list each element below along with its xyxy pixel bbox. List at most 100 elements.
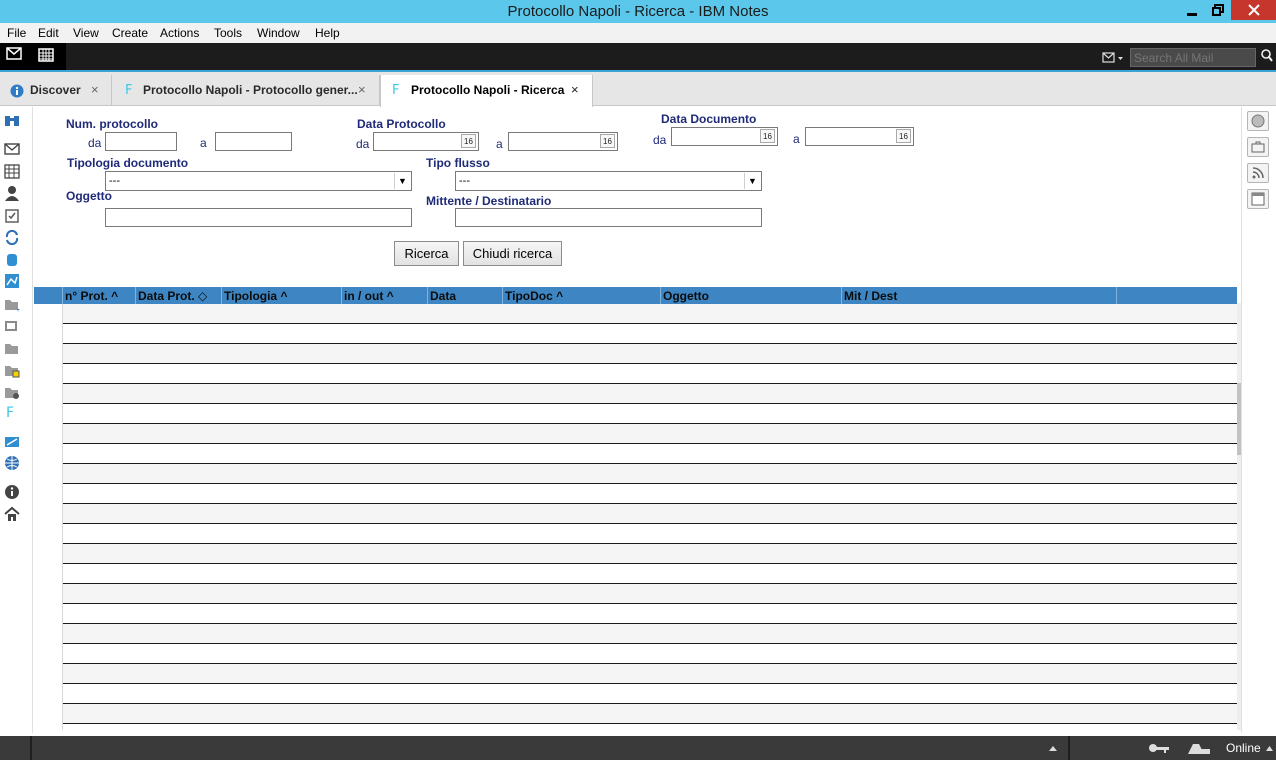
num-protocollo-from-input[interactable] bbox=[105, 132, 177, 151]
menu-file[interactable]: File bbox=[7, 26, 26, 40]
calendar-icon[interactable] bbox=[38, 47, 54, 62]
sametime-icon[interactable] bbox=[4, 251, 20, 267]
table-row[interactable] bbox=[63, 664, 1237, 684]
vertical-scrollbar[interactable] bbox=[1237, 303, 1241, 730]
globe-icon[interactable] bbox=[4, 455, 20, 471]
table-row[interactable] bbox=[63, 344, 1237, 364]
chevron-up-icon[interactable] bbox=[1049, 745, 1057, 751]
table-row[interactable] bbox=[63, 424, 1237, 444]
feeds-button[interactable] bbox=[1247, 163, 1269, 183]
todo-icon[interactable] bbox=[4, 207, 20, 223]
calendar-picker-icon[interactable]: 16 bbox=[600, 134, 615, 148]
data-protocollo-to-input[interactable]: 16 bbox=[508, 132, 618, 151]
table-row[interactable] bbox=[63, 364, 1237, 384]
select-value: --- bbox=[459, 175, 470, 187]
data-documento-from-input[interactable]: 16 bbox=[671, 127, 778, 146]
search-input[interactable] bbox=[1130, 48, 1256, 67]
table-row[interactable] bbox=[63, 504, 1237, 524]
search-icon[interactable] bbox=[1261, 49, 1273, 63]
table-row[interactable] bbox=[63, 604, 1237, 624]
replication-icon[interactable] bbox=[4, 229, 20, 245]
table-row[interactable] bbox=[63, 624, 1237, 644]
maximize-button[interactable] bbox=[1205, 0, 1231, 20]
database-f-icon: F bbox=[125, 83, 133, 98]
ricerca-button[interactable]: Ricerca bbox=[394, 241, 459, 266]
table-row[interactable] bbox=[63, 404, 1237, 424]
table-row[interactable] bbox=[63, 304, 1237, 324]
close-window-button[interactable] bbox=[1231, 0, 1276, 20]
menu-create[interactable]: Create bbox=[112, 26, 148, 40]
online-status[interactable]: Online bbox=[1226, 741, 1261, 755]
minimize-button[interactable] bbox=[1178, 0, 1205, 20]
mail-icon[interactable] bbox=[4, 141, 20, 157]
column-header-data[interactable]: Data bbox=[428, 287, 503, 304]
table-row[interactable] bbox=[63, 444, 1237, 464]
contacts-icon[interactable] bbox=[4, 185, 20, 201]
mail-icon[interactable] bbox=[6, 47, 22, 61]
scrollbar-thumb[interactable] bbox=[1237, 383, 1241, 455]
column-header-n-prot[interactable]: n° Prot. ^ bbox=[63, 287, 136, 304]
menu-actions[interactable]: Actions bbox=[160, 26, 199, 40]
table-row[interactable] bbox=[63, 704, 1237, 724]
data-protocollo-from-input[interactable]: 16 bbox=[373, 132, 479, 151]
folder-settings-icon[interactable] bbox=[4, 384, 20, 400]
toolbar bbox=[0, 43, 1276, 72]
tab-close-icon[interactable]: × bbox=[571, 82, 579, 97]
oggetto-input[interactable] bbox=[105, 208, 412, 227]
database-f-icon[interactable]: F bbox=[6, 405, 14, 421]
table-row[interactable] bbox=[63, 644, 1237, 664]
table-row[interactable] bbox=[63, 544, 1237, 564]
menu-edit[interactable]: Edit bbox=[38, 26, 59, 40]
tab-close-icon[interactable]: × bbox=[91, 82, 99, 97]
favorites-folder-icon[interactable] bbox=[4, 296, 20, 312]
tipologia-documento-select[interactable]: --- ▼ bbox=[105, 171, 412, 191]
table-row[interactable] bbox=[63, 524, 1237, 544]
table-row[interactable] bbox=[63, 324, 1237, 344]
data-documento-to-input[interactable]: 16 bbox=[805, 127, 914, 146]
column-selector bbox=[34, 287, 63, 304]
table-row[interactable] bbox=[63, 584, 1237, 604]
tab-protocollo-ricerca[interactable]: F Protocollo Napoli - Ricerca × bbox=[380, 75, 593, 107]
num-protocollo-to-input[interactable] bbox=[215, 132, 292, 151]
calendar-picker-icon[interactable]: 16 bbox=[760, 129, 775, 143]
folder-yellow-icon[interactable] bbox=[4, 362, 20, 378]
column-header-tipodoc[interactable]: TipoDoc ^ bbox=[503, 287, 661, 304]
calendar-picker-icon[interactable]: 16 bbox=[461, 134, 476, 148]
table-row[interactable] bbox=[63, 384, 1237, 404]
tab-close-icon[interactable]: × bbox=[358, 82, 366, 97]
table-row[interactable] bbox=[63, 464, 1237, 484]
calendar-icon[interactable] bbox=[4, 163, 20, 179]
info-icon[interactable] bbox=[4, 484, 20, 500]
menu-view[interactable]: View bbox=[73, 26, 99, 40]
table-row[interactable] bbox=[63, 484, 1237, 504]
activities-button[interactable] bbox=[1247, 137, 1269, 157]
table-row[interactable] bbox=[63, 564, 1237, 584]
table-row[interactable] bbox=[63, 684, 1237, 704]
column-header-oggetto[interactable]: Oggetto bbox=[661, 287, 842, 304]
tab-discover[interactable]: Discover × bbox=[0, 75, 112, 106]
mittente-destinatario-input[interactable] bbox=[455, 208, 762, 227]
menu-help[interactable]: Help bbox=[315, 26, 340, 40]
widgets-icon[interactable] bbox=[4, 273, 20, 289]
tipo-flusso-select[interactable]: --- ▼ bbox=[455, 171, 762, 191]
location-icon[interactable] bbox=[1187, 741, 1211, 755]
menu-window[interactable]: Window bbox=[257, 26, 300, 40]
day-at-a-glance-button[interactable] bbox=[1247, 189, 1269, 209]
mail-search-scope-icon[interactable] bbox=[1102, 52, 1124, 64]
sametime-contacts-button[interactable] bbox=[1247, 111, 1269, 131]
column-header-mit-dest[interactable]: Mit / Dest bbox=[842, 287, 1117, 304]
key-icon[interactable] bbox=[1148, 741, 1170, 755]
column-header-data-prot[interactable]: Data Prot. ◇ bbox=[136, 287, 222, 304]
notes-workspace-icon[interactable] bbox=[4, 433, 20, 449]
chevron-up-icon[interactable] bbox=[1266, 745, 1273, 751]
chiudi-ricerca-button[interactable]: Chiudi ricerca bbox=[463, 241, 562, 266]
home-icon[interactable] bbox=[4, 506, 20, 522]
workspace-icon[interactable] bbox=[4, 318, 20, 334]
folder-icon[interactable] bbox=[4, 340, 20, 356]
binoculars-icon[interactable] bbox=[4, 112, 20, 128]
calendar-picker-icon[interactable]: 16 bbox=[896, 129, 911, 143]
column-header-tipologia[interactable]: Tipologia ^ bbox=[222, 287, 342, 304]
tab-protocollo-generale[interactable]: F Protocollo Napoli - Protocollo gener..… bbox=[112, 75, 380, 106]
column-header-in-out[interactable]: in / out ^ bbox=[342, 287, 428, 304]
menu-tools[interactable]: Tools bbox=[214, 26, 242, 40]
